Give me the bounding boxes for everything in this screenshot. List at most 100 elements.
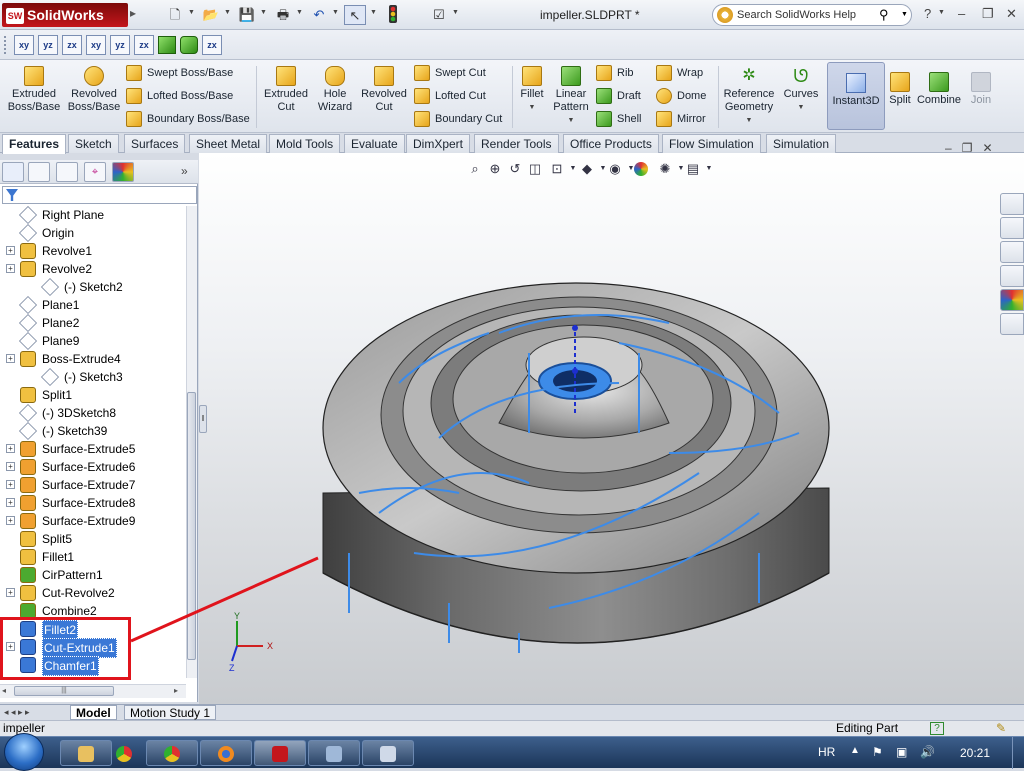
home-icon[interactable] [1000, 193, 1024, 215]
tab-dimxpert[interactable]: DimXpert [406, 134, 471, 153]
tab-flow-simulation[interactable]: Flow Simulation [662, 134, 761, 153]
tree-item[interactable]: + Revolve1 [0, 242, 186, 260]
viewport-close-icon[interactable]: ✕ [982, 141, 992, 155]
revolved-boss-button[interactable]: Revolved Boss/Base [66, 64, 122, 114]
curves-button[interactable]: ᘎ Curves ▼ [780, 64, 822, 114]
search-input[interactable]: Search SolidWorks Help [737, 9, 856, 21]
tab-office-products[interactable]: Office Products [563, 134, 659, 153]
solidworks-logo[interactable]: SW SolidWorks [2, 3, 128, 27]
expand-icon[interactable]: + [6, 246, 15, 255]
appearance-icon[interactable] [634, 162, 648, 176]
tree-item[interactable]: (-) Sketch3 [0, 367, 186, 387]
zoom-area-icon[interactable]: ⊕ [486, 160, 504, 178]
tab-model[interactable]: Model [70, 705, 117, 720]
scroll-right-icon[interactable]: ▸ [174, 686, 178, 695]
tree-item[interactable]: + Boss-Extrude4 [0, 350, 186, 368]
help-dropdown-icon[interactable]: ▼ [938, 9, 945, 16]
cube-edit-icon[interactable] [180, 36, 198, 54]
tab-simulation[interactable]: Simulation [766, 134, 837, 153]
tree-item[interactable]: + Revolve2 [0, 260, 186, 278]
taskbar-explorer[interactable] [60, 740, 112, 766]
taskbar-solidworks[interactable] [254, 740, 306, 766]
viewport-restore-icon[interactable]: ❐ [962, 141, 973, 155]
tab-motion-study[interactable]: Motion Study 1 [124, 705, 217, 720]
taskbar-window[interactable] [362, 740, 414, 766]
shell-button[interactable]: Shell [596, 110, 641, 128]
save-dropdown-icon[interactable]: ▼ [260, 9, 267, 16]
help-question-icon[interactable]: ? [924, 6, 931, 21]
menu-arrow-icon[interactable]: ▸ [130, 6, 136, 20]
tree-item[interactable]: + Surface-Extrude6 [0, 458, 186, 476]
horizontal-scroll-thumb[interactable]: ||| [14, 686, 114, 696]
display-manager-tab-icon[interactable] [112, 162, 134, 182]
tab-sheet-metal[interactable]: Sheet Metal [189, 134, 268, 153]
zx-dim-icon[interactable]: zx [202, 35, 222, 55]
swept-cut-button[interactable]: Swept Cut [414, 64, 486, 82]
expand-icon[interactable]: + [6, 516, 15, 525]
revolved-cut-button[interactable]: Revolved Cut [358, 64, 410, 114]
minimize-icon[interactable]: – [958, 6, 965, 21]
design-library-icon[interactable] [1000, 217, 1024, 239]
tree-filter[interactable] [2, 186, 197, 204]
volume-icon[interactable]: 🔊 [920, 745, 935, 759]
expand-icon[interactable]: + [6, 354, 15, 363]
tree-item[interactable]: Right Plane [0, 206, 186, 225]
reference-dropdown-icon[interactable]: ▼ [722, 114, 776, 127]
close-icon[interactable]: ✕ [1006, 6, 1017, 22]
help-search[interactable]: Search SolidWorks Help ⚲ ▼ [712, 4, 912, 26]
expand-icon[interactable]: + [6, 444, 15, 453]
open-dropdown-icon[interactable]: ▼ [224, 9, 231, 16]
tree-item[interactable]: + Surface-Extrude9 [0, 512, 186, 530]
expand-icon[interactable]: + [6, 588, 15, 597]
tree-item[interactable]: (-) 3DSketch8 [0, 403, 186, 423]
tree-item[interactable]: + Surface-Extrude8 [0, 494, 186, 512]
file-explorer-icon[interactable] [1000, 241, 1024, 263]
fillet-button[interactable]: Fillet ▼ [516, 64, 548, 114]
extruded-boss-button[interactable]: Extruded Boss/Base [6, 64, 62, 114]
select-dropdown-icon[interactable]: ▼ [370, 9, 377, 16]
previous-view-icon[interactable]: ↺ [506, 160, 524, 178]
dimxpert-tab-icon[interactable]: ⌖ [84, 162, 106, 182]
select-arrow-icon[interactable]: ↖ [344, 5, 366, 25]
split-button[interactable]: Split [888, 70, 912, 107]
scroll-left-icon[interactable]: ◂ [2, 686, 6, 695]
fillet-dropdown-icon[interactable]: ▼ [516, 101, 548, 114]
save-icon[interactable]: 💾 [236, 5, 258, 25]
section-view-icon[interactable]: ◫ [526, 160, 544, 178]
custom-properties-icon[interactable] [1000, 313, 1024, 335]
tree-item[interactable]: (-) Sketch39 [0, 421, 186, 441]
settings-dropdown-icon[interactable]: ▼ [700, 160, 718, 178]
tab-scroll-arrows-icon[interactable]: ◂ ◂ ▸ ▸ [4, 707, 30, 718]
curves-dropdown-icon[interactable]: ▼ [780, 101, 822, 114]
options-icon[interactable]: ☑ [428, 5, 450, 25]
quick-tips-icon[interactable]: ✎ [996, 721, 1006, 736]
swept-boss-button[interactable]: Swept Boss/Base [126, 64, 233, 82]
hole-wizard-button[interactable]: Hole Wizard [314, 64, 356, 114]
yz-plane-icon[interactable]: yz [110, 35, 130, 55]
reference-geometry-button[interactable]: ✲ Reference Geometry ▼ [722, 64, 776, 127]
open-folder-icon[interactable]: 📂 [200, 5, 222, 25]
clock[interactable]: 20:21 [960, 746, 990, 760]
tree-item[interactable]: Origin [0, 223, 186, 243]
yz-icon[interactable]: yz [38, 35, 58, 55]
tab-evaluate[interactable]: Evaluate [344, 134, 405, 153]
appearances-icon[interactable] [1000, 289, 1024, 311]
expand-icon[interactable]: + [6, 462, 15, 471]
tree-item[interactable]: Plane2 [0, 313, 186, 333]
configurationmanager-tab-icon[interactable] [56, 162, 78, 182]
search-dropdown-icon[interactable]: ▼ [901, 11, 908, 18]
expand-icon[interactable]: + [6, 264, 15, 273]
undo-dropdown-icon[interactable]: ▼ [332, 9, 339, 16]
join-button[interactable]: Join [964, 70, 998, 107]
print-icon[interactable]: 🖶 [272, 5, 294, 25]
lofted-boss-button[interactable]: Lofted Boss/Base [126, 87, 233, 105]
tree-item[interactable]: Plane9 [0, 331, 186, 351]
linear-pattern-button[interactable]: Linear Pattern ▼ [550, 64, 592, 127]
tab-surfaces[interactable]: Surfaces [124, 134, 186, 153]
featuremanager-tab-icon[interactable] [2, 162, 24, 182]
zoom-to-fit-icon[interactable]: ⌕ [466, 160, 484, 178]
tree-item[interactable]: + Surface-Extrude5 [0, 440, 186, 458]
instant3d-button[interactable]: Instant3D [827, 62, 885, 130]
cube-green-icon[interactable] [158, 36, 176, 54]
new-document-icon[interactable]: 🗋 [164, 5, 186, 25]
